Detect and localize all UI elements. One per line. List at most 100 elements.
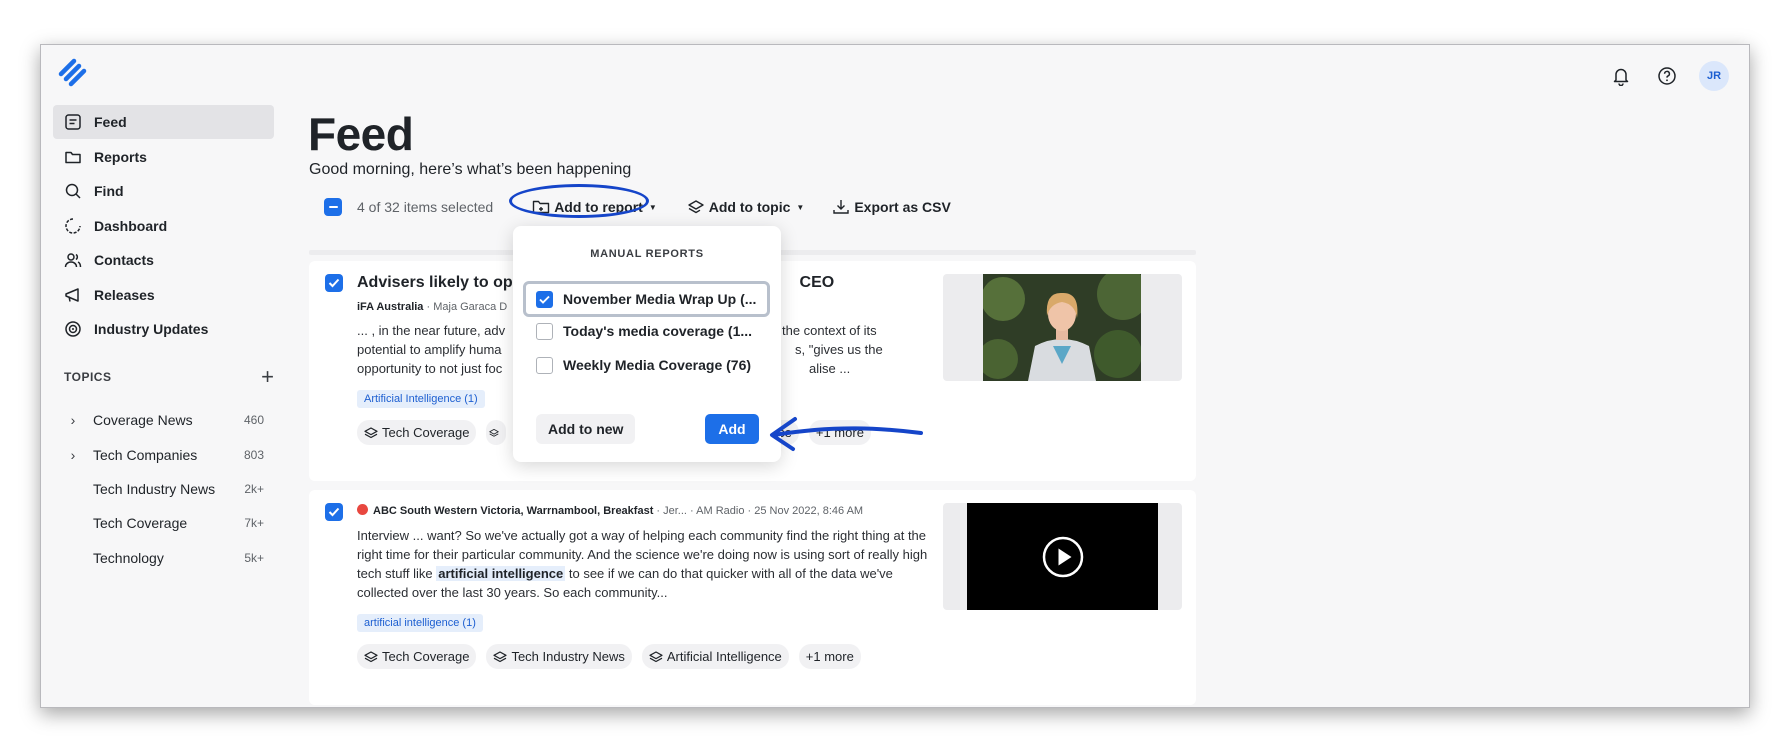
export-csv-button[interactable]: Export as CSV <box>832 199 951 215</box>
sidebar-item-label: Industry Updates <box>94 321 209 337</box>
more-topics-chip[interactable]: +1 more <box>808 420 871 445</box>
article-photo <box>983 274 1141 381</box>
sidebar-item-releases[interactable]: Releases <box>53 278 274 312</box>
sidebar-item-label: Contacts <box>94 252 154 268</box>
layers-add-icon <box>688 200 704 214</box>
bulk-toolbar: 4 of 32 items selected Add to report ▼ A… <box>324 192 951 222</box>
sidebar-item-label: Dashboard <box>94 217 168 234</box>
avatar[interactable]: JR <box>1699 61 1729 91</box>
layers-icon <box>364 426 378 438</box>
card-snippet: Interview ... want? So we've actually go… <box>357 528 928 600</box>
sidebar-item-industry-updates[interactable]: Industry Updates <box>53 312 274 346</box>
checkbox-unchecked[interactable] <box>536 356 553 374</box>
sidebar-item-contacts[interactable]: Contacts <box>53 243 274 277</box>
topic-name: Tech Companies <box>93 446 198 463</box>
add-topic-button[interactable]: + <box>261 366 274 388</box>
radio-source-icon <box>357 504 368 515</box>
topic-name: Technology <box>93 549 164 566</box>
sidebar-item-dashboard[interactable]: Dashboard <box>53 209 274 243</box>
topics-title: TOPICS <box>64 370 112 384</box>
add-to-new-button[interactable]: Add to new <box>536 414 636 444</box>
layers-icon <box>489 428 500 437</box>
add-to-report-dropdown: MANUAL REPORTS November Media Wrap Up (.… <box>513 226 781 462</box>
sidebar-item-feed[interactable]: Feed <box>53 105 274 139</box>
topic-count: 2k+ <box>244 481 264 496</box>
topic-count: 5k+ <box>244 550 264 565</box>
greeting-text: Good morning, here’s what’s been happeni… <box>309 161 632 178</box>
topic-item-coverage-news[interactable]: › Coverage News 460 <box>53 403 274 437</box>
video-player[interactable] <box>967 503 1158 610</box>
megaphone-icon <box>63 285 83 305</box>
report-option-label: Today's media coverage (1... <box>563 323 753 339</box>
report-option-label: Weekly Media Coverage (76) <box>563 357 752 373</box>
bell-icon[interactable] <box>1607 62 1635 90</box>
sidebar-item-label: Reports <box>94 148 147 165</box>
topic-item-tech-companies[interactable]: › Tech Companies 803 <box>53 437 274 471</box>
chevron-right-icon[interactable]: › <box>53 412 93 428</box>
sidebar-item-find[interactable]: Find <box>53 174 274 208</box>
keyword-highlight: artificial intelligence <box>436 566 566 581</box>
card-checkbox[interactable] <box>325 274 343 292</box>
caret-down-icon: ▼ <box>648 202 657 212</box>
app-window: Feed Reports Find Dashboard Contacts Rel… <box>40 44 1750 708</box>
media-thumbnail <box>943 503 1182 610</box>
sidebar-nav: Feed Reports Find Dashboard Contacts Rel… <box>53 105 274 347</box>
dashboard-icon <box>63 216 83 236</box>
feed-card[interactable]: ABC South Western Victoria, Warrnambool,… <box>309 490 1196 705</box>
help-icon[interactable] <box>1653 62 1681 90</box>
report-option-weekly[interactable]: Weekly Media Coverage (76) <box>523 347 770 383</box>
feed-icon <box>63 112 83 132</box>
sidebar-item-label: Find <box>94 183 124 199</box>
article-thumbnail[interactable] <box>943 274 1182 381</box>
card-meta: ABC South Western Victoria, Warrnambool,… <box>357 504 934 517</box>
topic-chip[interactable] <box>486 420 507 445</box>
topic-name: Tech Coverage <box>93 515 188 532</box>
topic-chip[interactable]: Tech Coverage <box>357 420 477 445</box>
add-to-report-label: Add to report <box>554 199 643 215</box>
folder-add-icon <box>532 200 550 214</box>
report-option-november[interactable]: November Media Wrap Up (... <box>523 281 770 317</box>
topic-item-tech-coverage[interactable]: Tech Coverage 7k+ <box>53 506 274 540</box>
topic-chip[interactable]: Tech Industry News <box>486 644 632 669</box>
topics-header: TOPICS + <box>64 366 274 388</box>
layers-icon <box>493 650 508 662</box>
topic-item-tech-industry-news[interactable]: Tech Industry News 2k+ <box>53 472 274 506</box>
page-title: Feed <box>308 108 414 160</box>
download-icon <box>833 200 850 214</box>
topic-chips: Tech Coverage Tech Industry News Artific… <box>357 644 934 669</box>
keyword-badge[interactable]: Artificial Intelligence (1) <box>357 390 485 408</box>
sidebar-item-reports[interactable]: Reports <box>53 140 274 174</box>
chevron-right-icon[interactable]: › <box>53 447 93 463</box>
topic-count: 460 <box>243 413 264 428</box>
sidebar-item-label: Releases <box>94 286 155 303</box>
checkbox-checked[interactable] <box>536 290 553 308</box>
topic-name: Coverage News <box>93 412 193 429</box>
select-all-checkbox[interactable] <box>324 198 342 216</box>
export-csv-label: Export as CSV <box>854 199 951 215</box>
search-icon <box>63 181 83 201</box>
checkbox-unchecked[interactable] <box>536 322 553 340</box>
add-to-topic-label: Add to topic <box>708 199 791 215</box>
add-button[interactable]: Add <box>705 414 759 444</box>
topics-list: › Coverage News 460 › Tech Companies 803… <box>53 403 274 575</box>
keyword-badge[interactable]: artificial intelligence (1) <box>357 614 483 632</box>
header-actions: JR <box>1607 61 1729 91</box>
card-source: iFA Australia <box>357 301 424 313</box>
add-to-topic-button[interactable]: Add to topic ▼ <box>687 199 804 215</box>
layers-icon <box>649 650 663 662</box>
card-checkbox[interactable] <box>325 503 343 521</box>
report-option-today[interactable]: Today's media coverage (1... <box>523 313 770 349</box>
app-logo[interactable] <box>55 55 91 91</box>
more-topics-chip[interactable]: +1 more <box>798 644 861 669</box>
contacts-icon <box>63 250 83 270</box>
topic-chip[interactable]: Tech Coverage <box>357 644 477 669</box>
topic-chip[interactable]: Artificial Intelligence <box>641 644 789 669</box>
dropdown-heading: MANUAL REPORTS <box>590 248 704 260</box>
add-to-report-button[interactable]: Add to report ▼ <box>520 196 669 218</box>
topic-item-technology[interactable]: Technology 5k+ <box>53 541 274 575</box>
play-icon <box>1042 536 1083 577</box>
report-option-label: November Media Wrap Up (... <box>563 291 757 307</box>
layers-icon <box>364 650 378 662</box>
topic-name: Tech Industry News <box>93 480 216 497</box>
broadcast-icon <box>63 319 83 339</box>
